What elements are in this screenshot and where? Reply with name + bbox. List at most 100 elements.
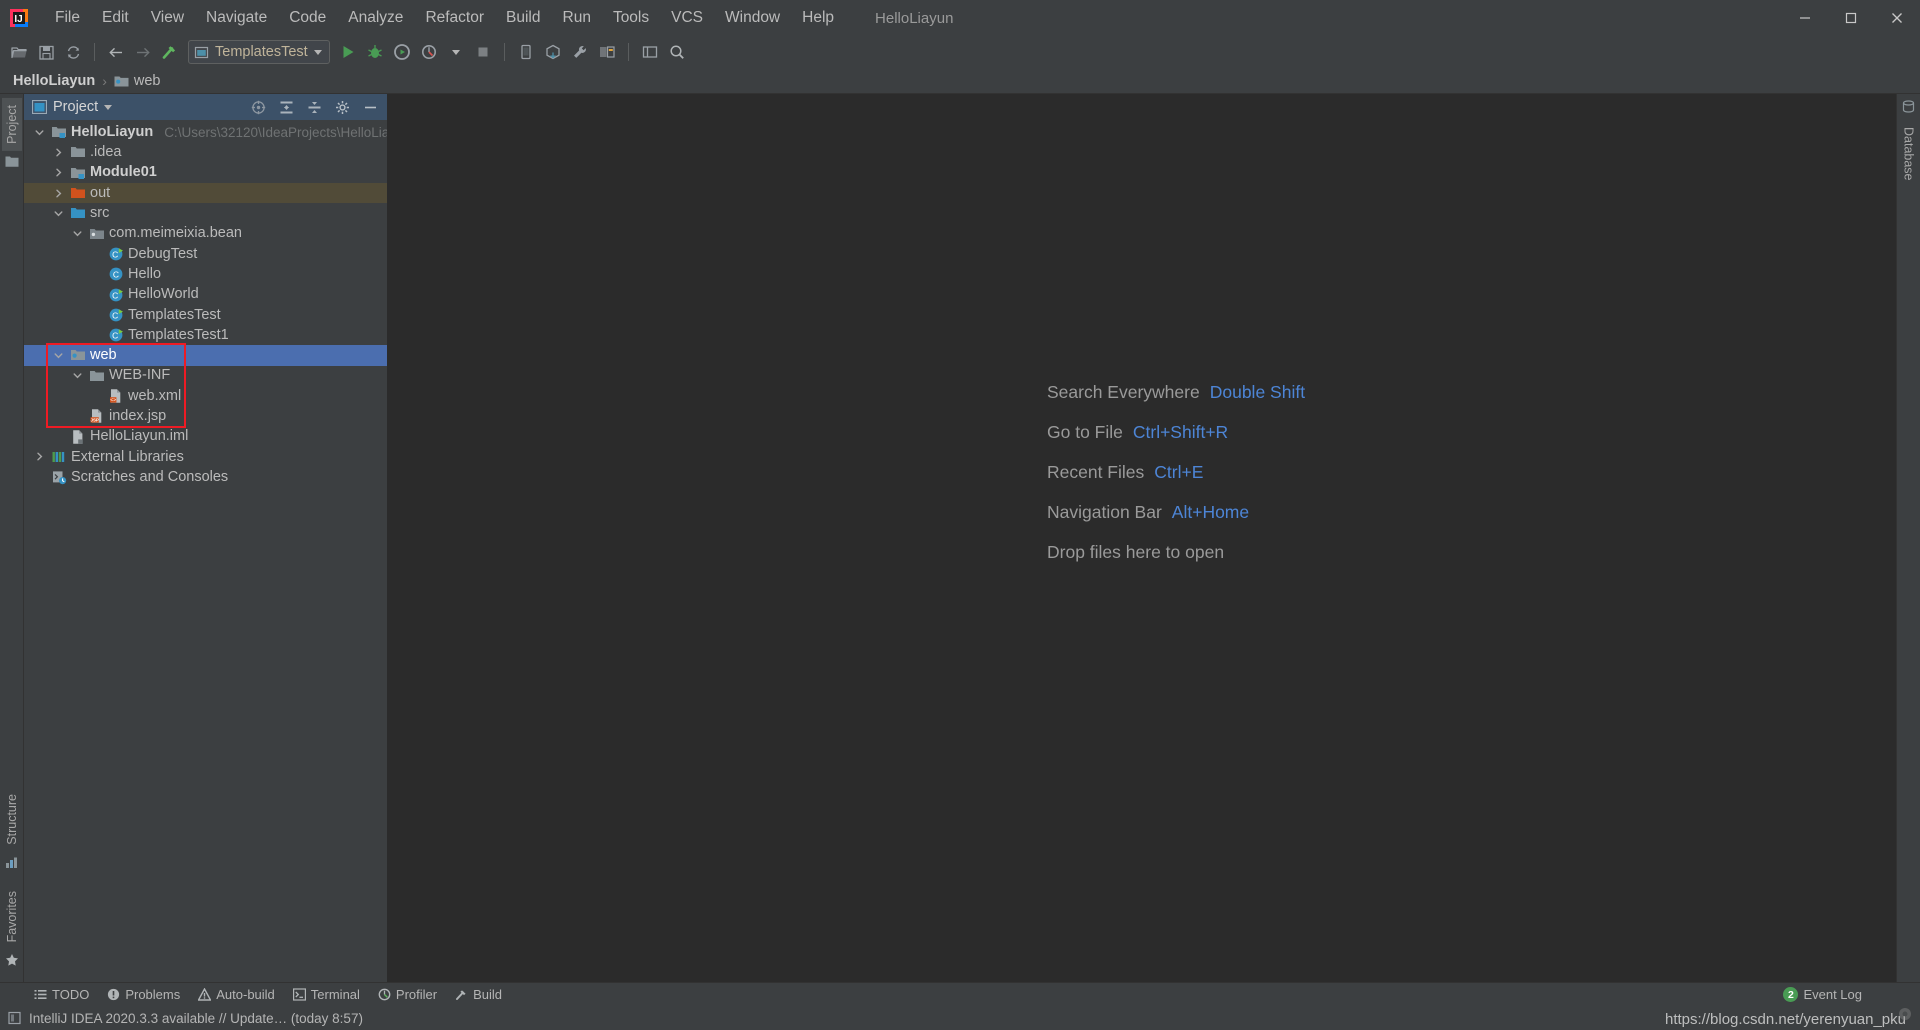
settings-wrench-icon[interactable] [567,39,593,65]
tree-row[interactable]: web [24,345,387,366]
tool-window-auto-build[interactable]: Auto-build [190,985,283,1004]
editor-empty-area[interactable]: Search Everywhere Double Shift Go to File C… [387,94,1896,982]
menu-help[interactable]: Help [791,5,845,31]
search-icon[interactable] [664,39,690,65]
profile-button[interactable] [416,39,442,65]
sidebar-item-structure[interactable]: Structure [2,787,22,852]
breadcrumb-item-web[interactable]: web [111,72,164,90]
project-panel-header: Project [24,94,387,120]
tree-row[interactable]: .idea [24,142,387,162]
navigate-forward-icon[interactable] [130,39,156,65]
menu-file[interactable]: File [44,5,91,31]
project-structure-icon[interactable] [594,39,620,65]
chevron-down-icon[interactable] [33,126,46,139]
editor-hints-list: Search Everywhere Double Shift Go to File C… [1047,382,1305,563]
menu-tools[interactable]: Tools [602,5,660,31]
chevron-right-icon[interactable] [52,146,65,159]
breadcrumb-project-label: HelloLiayun [13,72,96,89]
iml-file-icon [69,429,86,445]
menu-window[interactable]: Window [714,5,791,31]
chevron-right-icon[interactable] [52,166,65,179]
device-manager-icon[interactable] [513,39,539,65]
tree-row[interactable]: HelloLiayun C:\Users\32120\IdeaProjects\H… [24,122,387,142]
menu-edit[interactable]: Edit [91,5,140,31]
event-log-button[interactable]: 2 Event Log [1775,985,1870,1004]
chevron-down-icon[interactable] [71,227,84,240]
project-tree[interactable]: HelloLiayun C:\Users\32120\IdeaProjects\H… [24,120,387,982]
minimize-icon[interactable] [1782,0,1828,36]
sidebar-item-project[interactable]: Project [1,98,22,151]
chevron-down-icon[interactable] [71,369,84,382]
web-folder-icon [114,76,129,86]
expand-all-icon[interactable] [275,97,297,117]
gear-icon[interactable] [331,97,353,117]
chevron-down-icon[interactable] [52,207,65,220]
tree-row-label: Scratches and Consoles [71,468,229,485]
menu-vcs[interactable]: VCS [660,5,714,31]
tree-row[interactable]: com.meimeixia.bean [24,223,387,243]
editor-hint-shortcut: Double Shift [1209,382,1306,402]
select-opened-file-icon[interactable] [247,97,269,117]
tree-row[interactable]: Module01 [24,163,387,183]
sidebar-item-favorites[interactable]: Favorites [2,884,22,949]
run-configuration-selector[interactable]: TemplatesTest [188,40,330,64]
run-with-coverage-button[interactable] [389,39,415,65]
web-folder-icon [69,347,86,363]
tree-row[interactable]: C DebugTest [24,244,387,264]
menu-build[interactable]: Build [495,5,551,31]
collapse-all-icon[interactable] [303,97,325,117]
menu-code[interactable]: Code [278,5,337,31]
chevron-right-icon[interactable] [52,187,65,200]
tree-row[interactable]: External Libraries [24,447,387,467]
tool-window-profiler[interactable]: Profiler [370,985,445,1004]
chevron-down-icon[interactable] [104,104,113,110]
profile-dropdown-button[interactable] [443,39,469,65]
menu-refactor[interactable]: Refactor [414,5,495,31]
navigate-back-icon[interactable] [103,39,129,65]
maximize-icon[interactable] [1828,0,1874,36]
project-module-icon [50,124,67,140]
chevron-down-icon[interactable] [52,349,65,362]
sidebar-item-favorites-label: Favorites [4,890,19,942]
tree-row[interactable]: C TemplatesTest1 [24,325,387,345]
breadcrumb-item-project[interactable]: HelloLiayun [10,72,98,90]
chevron-right-icon[interactable] [33,450,46,463]
tree-arrow-placeholder [90,288,103,301]
tree-row[interactable]: JSP index.jsp [24,406,387,426]
tree-row[interactable]: WEB-INF [24,366,387,386]
hide-icon[interactable] [359,97,381,117]
xml-file-icon: <> [107,388,124,404]
tool-window-problems[interactable]: Problems [99,985,188,1004]
open-folder-icon[interactable] [6,39,32,65]
menu-navigate[interactable]: Navigate [195,5,278,31]
stop-button[interactable] [470,39,496,65]
debug-button[interactable] [362,39,388,65]
tool-window-todo[interactable]: TODO [26,985,97,1004]
run-button[interactable] [335,39,361,65]
tree-row[interactable]: src [24,203,387,223]
tree-row[interactable]: <> web.xml [24,386,387,406]
menu-analyze[interactable]: Analyze [337,5,414,31]
status-message[interactable]: IntelliJ IDEA 2020.3.3 available // Upda… [29,1011,363,1026]
close-icon[interactable] [1874,0,1920,36]
tree-row[interactable]: out [24,182,387,204]
tool-window-build[interactable]: Build [447,985,510,1004]
tree-row[interactable]: Scratches and Consoles [24,467,387,487]
tree-row[interactable]: C HelloWorld [24,284,387,304]
menu-view[interactable]: View [140,5,195,31]
chevron-down-icon [451,49,460,55]
sdk-manager-icon[interactable] [540,39,566,65]
layout-icon[interactable] [637,39,663,65]
tree-row[interactable]: HelloLiayun.iml [24,426,387,446]
editor-scrollbar[interactable] [1882,94,1896,982]
save-all-icon[interactable] [33,39,59,65]
notification-icon[interactable] [8,1011,22,1025]
sync-refresh-icon[interactable] [60,39,86,65]
tool-window-terminal[interactable]: Terminal [285,985,368,1004]
tree-row[interactable]: C TemplatesTest [24,305,387,325]
sidebar-item-database[interactable]: Database [1899,120,1919,188]
java-class-icon: C [107,266,124,282]
menu-run[interactable]: Run [552,5,602,31]
build-hammer-icon[interactable] [157,39,183,65]
tree-row[interactable]: C Hello [24,264,387,284]
